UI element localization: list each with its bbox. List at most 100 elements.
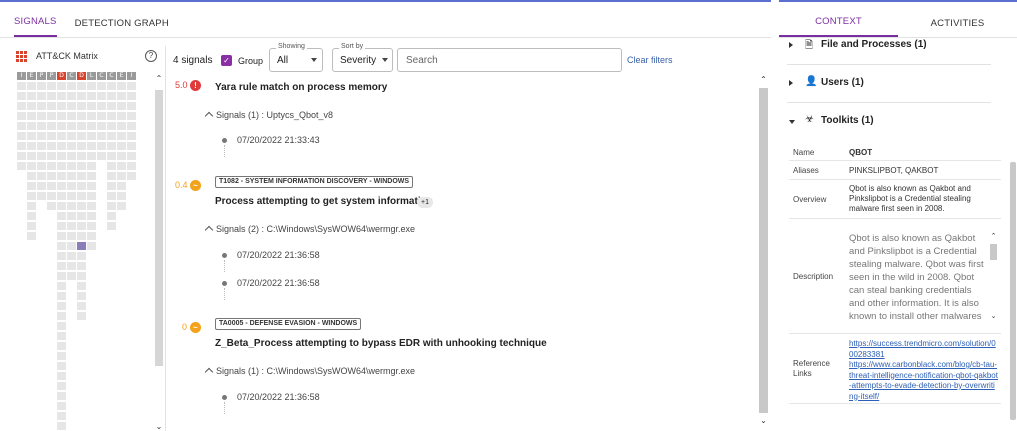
technique-cell[interactable]	[107, 132, 116, 140]
tactic-header[interactable]: I	[127, 72, 136, 80]
technique-cell[interactable]	[117, 122, 126, 130]
technique-cell[interactable]	[57, 252, 66, 260]
technique-cell[interactable]	[57, 352, 66, 360]
technique-cell[interactable]	[47, 202, 56, 210]
technique-cell[interactable]	[107, 212, 116, 220]
technique-cell[interactable]	[77, 232, 86, 240]
technique-cell[interactable]	[27, 232, 36, 240]
technique-cell[interactable]	[117, 162, 126, 170]
technique-cell[interactable]	[87, 152, 96, 160]
technique-cell[interactable]	[17, 92, 26, 100]
technique-cell[interactable]	[57, 372, 66, 380]
technique-cell[interactable]	[17, 102, 26, 110]
technique-cell[interactable]	[17, 162, 26, 170]
technique-cell[interactable]	[57, 172, 66, 180]
more-count-badge[interactable]: +1	[417, 197, 433, 208]
technique-cell[interactable]	[57, 82, 66, 90]
technique-cell[interactable]	[77, 172, 86, 180]
technique-cell[interactable]	[37, 102, 46, 110]
technique-cell[interactable]	[27, 82, 36, 90]
technique-cell[interactable]	[57, 92, 66, 100]
scrollbar-thumb[interactable]	[1010, 162, 1016, 420]
technique-cell[interactable]	[87, 222, 96, 230]
technique-cell[interactable]	[127, 82, 136, 90]
technique-cell[interactable]	[47, 152, 56, 160]
technique-cell[interactable]	[67, 92, 76, 100]
technique-cell[interactable]	[87, 202, 96, 210]
technique-cell[interactable]	[27, 192, 36, 200]
technique-cell[interactable]	[27, 142, 36, 150]
technique-cell[interactable]	[37, 162, 46, 170]
tactic-header[interactable]: C	[107, 72, 116, 80]
technique-cell[interactable]	[117, 182, 126, 190]
technique-cell[interactable]	[77, 82, 86, 90]
technique-cell[interactable]	[77, 122, 86, 130]
technique-tag[interactable]: T1082 - SYSTEM INFORMATION DISCOVERY - W…	[215, 176, 414, 188]
tab-detection-graph[interactable]: DETECTION GRAPH	[75, 18, 169, 37]
technique-cell[interactable]	[97, 92, 106, 100]
technique-cell[interactable]	[47, 102, 56, 110]
technique-cell[interactable]	[67, 172, 76, 180]
signal-list-scrollbar[interactable]: ⌃ ⌄	[758, 74, 769, 430]
technique-cell[interactable]	[117, 102, 126, 110]
technique-cell[interactable]	[57, 212, 66, 220]
reference-link[interactable]: https://www.carbonblack.com/blog/cb-tau-…	[849, 360, 999, 402]
technique-cell[interactable]	[107, 112, 116, 120]
technique-cell[interactable]	[37, 172, 46, 180]
technique-cell[interactable]	[57, 242, 66, 250]
technique-cell[interactable]	[87, 182, 96, 190]
technique-cell[interactable]	[87, 242, 96, 250]
scroll-down-icon[interactable]: ⌄	[154, 422, 164, 431]
technique-cell[interactable]	[17, 112, 26, 120]
technique-cell[interactable]	[77, 222, 86, 230]
technique-cell[interactable]	[57, 342, 66, 350]
technique-cell[interactable]	[97, 102, 106, 110]
technique-cell[interactable]	[67, 82, 76, 90]
technique-cell[interactable]	[77, 282, 86, 290]
technique-cell[interactable]	[127, 162, 136, 170]
technique-cell[interactable]	[37, 192, 46, 200]
scrollbar-thumb[interactable]	[759, 88, 768, 413]
technique-cell[interactable]	[17, 82, 26, 90]
technique-cell[interactable]	[117, 192, 126, 200]
technique-cell[interactable]	[87, 132, 96, 140]
technique-cell[interactable]	[57, 282, 66, 290]
technique-cell[interactable]	[77, 212, 86, 220]
technique-cell[interactable]	[87, 92, 96, 100]
technique-cell[interactable]	[67, 162, 76, 170]
scrollbar-thumb[interactable]	[990, 244, 997, 260]
technique-cell[interactable]	[37, 92, 46, 100]
technique-cell[interactable]	[57, 262, 66, 270]
technique-cell[interactable]	[57, 292, 66, 300]
technique-cell[interactable]	[117, 112, 126, 120]
technique-cell[interactable]	[127, 142, 136, 150]
technique-cell[interactable]	[97, 152, 106, 160]
scroll-up-icon[interactable]: ⌃	[989, 232, 998, 240]
signal-group-toggle[interactable]: Signals (1) : Uptycs_Qbot_v8	[204, 110, 333, 121]
technique-cell[interactable]	[97, 82, 106, 90]
tab-activities[interactable]: ACTIVITIES	[898, 18, 1017, 37]
technique-cell[interactable]	[57, 152, 66, 160]
technique-cell[interactable]	[57, 232, 66, 240]
context-scrollbar[interactable]	[1009, 40, 1017, 431]
technique-cell[interactable]	[127, 112, 136, 120]
technique-cell[interactable]	[37, 182, 46, 190]
technique-cell[interactable]	[77, 162, 86, 170]
technique-cell[interactable]	[57, 322, 66, 330]
group-checkbox[interactable]: ✓	[221, 55, 232, 66]
technique-cell[interactable]	[57, 302, 66, 310]
signal-group-toggle[interactable]: Signals (2) : C:\Windows\SysWOW64\wermgr…	[204, 224, 415, 235]
technique-cell[interactable]	[57, 412, 66, 420]
signal-title[interactable]: Process attempting to get system informa…	[215, 196, 433, 207]
technique-cell[interactable]	[37, 142, 46, 150]
tab-signals[interactable]: SIGNALS	[14, 16, 57, 37]
technique-cell[interactable]	[87, 102, 96, 110]
technique-cell[interactable]	[67, 112, 76, 120]
technique-cell[interactable]	[87, 122, 96, 130]
technique-cell[interactable]	[57, 102, 66, 110]
technique-cell[interactable]	[67, 202, 76, 210]
technique-cell[interactable]	[27, 152, 36, 160]
technique-cell[interactable]	[27, 162, 36, 170]
tactic-header[interactable]: E	[27, 72, 36, 80]
tactic-header[interactable]: P	[37, 72, 46, 80]
